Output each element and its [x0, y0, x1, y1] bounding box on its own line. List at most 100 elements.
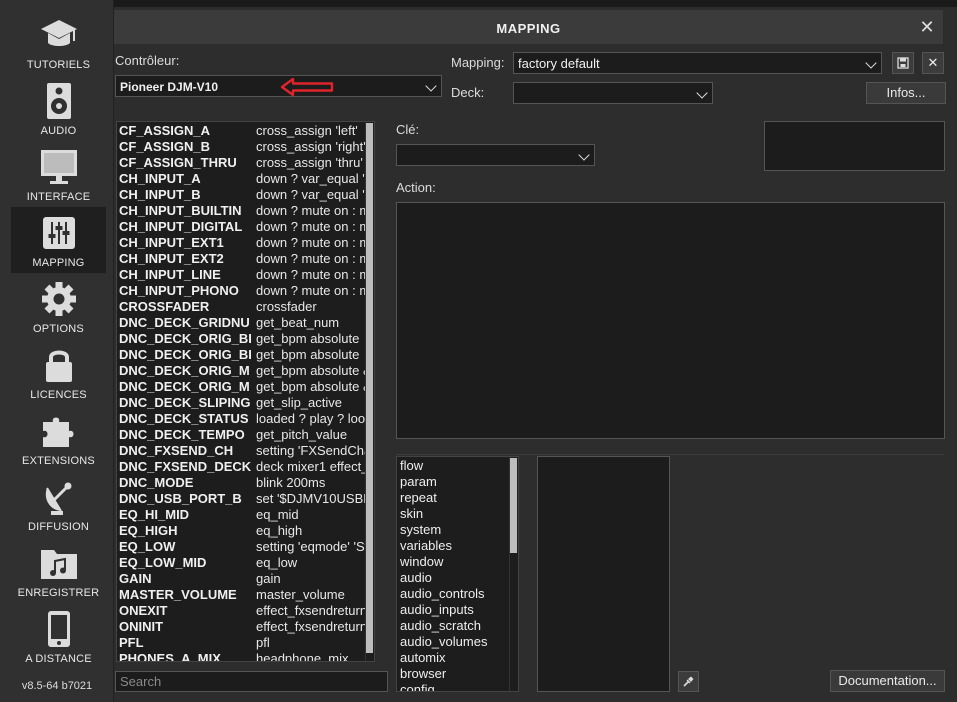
- key-list-row[interactable]: CF_ASSIGN_A cross_assign 'left': [119, 123, 371, 139]
- sidebar-item-label: MAPPING: [32, 257, 85, 269]
- key-list-row[interactable]: CH_INPUT_LINE down ? mute on : mu: [119, 267, 371, 283]
- key-action: down ? mute on : mu: [256, 219, 371, 234]
- key-name: CH_INPUT_EXT1: [119, 235, 224, 250]
- category-item[interactable]: audio_controls: [400, 586, 485, 602]
- key-list-row[interactable]: DNC_DECK_SLIPING get_slip_active: [119, 395, 371, 411]
- chevron-down-icon: [865, 57, 877, 69]
- category-scrollbar[interactable]: [509, 457, 518, 691]
- sidebar-item-interface[interactable]: INTERFACE: [11, 141, 106, 207]
- key-list-row[interactable]: CF_ASSIGN_B cross_assign 'right': [119, 139, 371, 155]
- sidebar-item-label: INTERFACE: [26, 191, 91, 203]
- key-list-row[interactable]: CH_INPUT_BUILTIN down ? mute on : mu: [119, 203, 371, 219]
- controller-select[interactable]: Pioneer DJM-V10: [115, 75, 442, 97]
- key-list-row[interactable]: DNC_DECK_GRIDNU get_beat_num: [119, 315, 371, 331]
- category-item[interactable]: system: [400, 522, 441, 538]
- controller-value: Pioneer DJM-V10: [120, 80, 219, 94]
- sidebar-item-diffusion[interactable]: DIFFUSION: [11, 471, 106, 537]
- close-icon[interactable]: ✕: [917, 17, 937, 37]
- key-name: CH_INPUT_PHONO: [119, 283, 239, 298]
- action-editor[interactable]: [396, 202, 945, 439]
- scrollbar-thumb[interactable]: [510, 458, 517, 553]
- key-action: down ? mute on : mu: [256, 235, 371, 250]
- key-list-row[interactable]: CH_INPUT_EXT2 down ? mute on : mu: [119, 251, 371, 267]
- category-list[interactable]: flow param repeat skin system variables window…: [396, 456, 519, 692]
- sidebar-item-mapping[interactable]: MAPPING: [11, 207, 106, 273]
- key-list-row[interactable]: ONINIT effect_fxsendreturnde: [119, 619, 371, 635]
- scrollbar-thumb[interactable]: [366, 123, 373, 653]
- key-list-row[interactable]: CF_ASSIGN_THRU cross_assign 'thru': [119, 155, 371, 171]
- category-item[interactable]: repeat: [400, 490, 437, 506]
- sidebar-item-options[interactable]: OPTIONS: [11, 273, 106, 339]
- key-list-row[interactable]: CH_INPUT_A down ? var_equal '$D: [119, 171, 371, 187]
- deck-select[interactable]: [513, 82, 713, 104]
- sidebar-item-a-distance[interactable]: A DISTANCE: [11, 603, 106, 669]
- key-list-row[interactable]: DNC_DECK_ORIG_M get_bpm absolute & p: [119, 363, 371, 379]
- key-select[interactable]: [396, 144, 595, 166]
- sidebar-item-tutoriels[interactable]: TUTORIELS: [11, 9, 106, 75]
- delete-button[interactable]: ✕: [922, 52, 944, 74]
- key-list-row[interactable]: DNC_DECK_STATUS loaded ? play ? loop ': [119, 411, 371, 427]
- key-list-row[interactable]: EQ_LOW setting 'eqmode' 'Ster: [119, 539, 371, 555]
- sidebar-item-label: EXTENSIONS: [22, 455, 95, 467]
- key-list-row[interactable]: DNC_MODE blink 200ms: [119, 475, 371, 491]
- key-list-row[interactable]: EQ_HIGH eq_high: [119, 523, 371, 539]
- save-button[interactable]: [892, 52, 914, 74]
- key-action: eq_high: [256, 523, 303, 538]
- key-list-row[interactable]: PHONES_A_MIX headphone_mix: [119, 651, 371, 661]
- search-input[interactable]: [116, 672, 387, 691]
- key-list-row[interactable]: EQ_LOW_MID eq_low: [119, 555, 371, 571]
- category-item[interactable]: window: [400, 554, 443, 570]
- key-list-row[interactable]: DNC_DECK_TEMPO get_pitch_value: [119, 427, 371, 443]
- key-list-row[interactable]: DNC_DECK_ORIG_M get_bpm absolute & p: [119, 379, 371, 395]
- sidebar-item-enregistrer[interactable]: ENREGISTRER: [11, 537, 106, 603]
- key-list-row[interactable]: CH_INPUT_B down ? var_equal '$D: [119, 187, 371, 203]
- category-item[interactable]: skin: [400, 506, 423, 522]
- key-list-scrollbar[interactable]: [365, 122, 374, 661]
- search-field[interactable]: [115, 671, 388, 692]
- category-item[interactable]: browser: [400, 666, 446, 682]
- key-name: DNC_DECK_ORIG_BI: [119, 331, 252, 346]
- category-item[interactable]: audio_inputs: [400, 602, 474, 618]
- sidebar-item-extensions[interactable]: EXTENSIONS: [11, 405, 106, 471]
- key-list-row[interactable]: DNC_USB_PORT_B set '$DJMV10USBPE: [119, 491, 371, 507]
- category-item[interactable]: variables: [400, 538, 452, 554]
- key-list-row[interactable]: DNC_FXSEND_DECK deck mixer1 effect_fx: [119, 459, 371, 475]
- category-item[interactable]: flow: [400, 458, 423, 474]
- sidebar-item-licences[interactable]: LICENCES: [11, 339, 106, 405]
- key-list-row[interactable]: PFL pfl: [119, 635, 371, 651]
- category-item[interactable]: automix: [400, 650, 446, 666]
- key-list-row[interactable]: CROSSFADER crossfader: [119, 299, 371, 315]
- sidebar-item-label: ENREGISTRER: [17, 587, 100, 599]
- verb-list[interactable]: [537, 456, 670, 692]
- key-list-row[interactable]: CH_INPUT_EXT1 down ? mute on : mu: [119, 235, 371, 251]
- eyedropper-icon: [683, 676, 694, 687]
- category-item[interactable]: audio_volumes: [400, 634, 487, 650]
- picker-button[interactable]: [678, 671, 699, 692]
- key-list-row[interactable]: CH_INPUT_PHONO down ? mute on : mu: [119, 283, 371, 299]
- key-list-row[interactable]: DNC_FXSEND_CH setting 'FXSendChan: [119, 443, 371, 459]
- category-item[interactable]: config: [400, 682, 435, 691]
- key-name: DNC_DECK_SLIPING: [119, 395, 251, 410]
- category-item[interactable]: param: [400, 474, 437, 490]
- sidebar-item-label: OPTIONS: [33, 323, 84, 335]
- key-list-row[interactable]: CH_INPUT_DIGITAL down ? mute on : mu: [119, 219, 371, 235]
- key-action: get_bpm absolute & p: [256, 363, 371, 378]
- sidebar-item-audio[interactable]: AUDIO: [11, 75, 106, 141]
- key-list[interactable]: CF_ASSIGN_A cross_assign 'left' CF_ASSIGN_…: [116, 121, 375, 662]
- key-list-row[interactable]: GAIN gain: [119, 571, 371, 587]
- category-item[interactable]: audio: [400, 570, 432, 586]
- key-list-row[interactable]: MASTER_VOLUME master_volume: [119, 587, 371, 603]
- version-label: v8.5-64 b7021: [21, 680, 93, 692]
- key-name: CH_INPUT_EXT2: [119, 251, 224, 266]
- key-action: get_bpm absolute & p: [256, 379, 371, 394]
- documentation-button[interactable]: Documentation...: [830, 670, 945, 692]
- key-list-row[interactable]: DNC_DECK_ORIG_BI get_bpm absolute: [119, 347, 371, 363]
- category-item[interactable]: audio_scratch: [400, 618, 481, 634]
- key-action: down ? mute on : mu: [256, 203, 371, 218]
- mapping-select[interactable]: factory default: [513, 52, 882, 74]
- key-list-row[interactable]: DNC_DECK_ORIG_BI get_bpm absolute: [119, 331, 371, 347]
- infos-button[interactable]: Infos...: [866, 82, 946, 104]
- key-name: CH_INPUT_DIGITAL: [119, 219, 243, 234]
- key-list-row[interactable]: EQ_HI_MID eq_mid: [119, 507, 371, 523]
- key-list-row[interactable]: ONEXIT effect_fxsendreturnde: [119, 603, 371, 619]
